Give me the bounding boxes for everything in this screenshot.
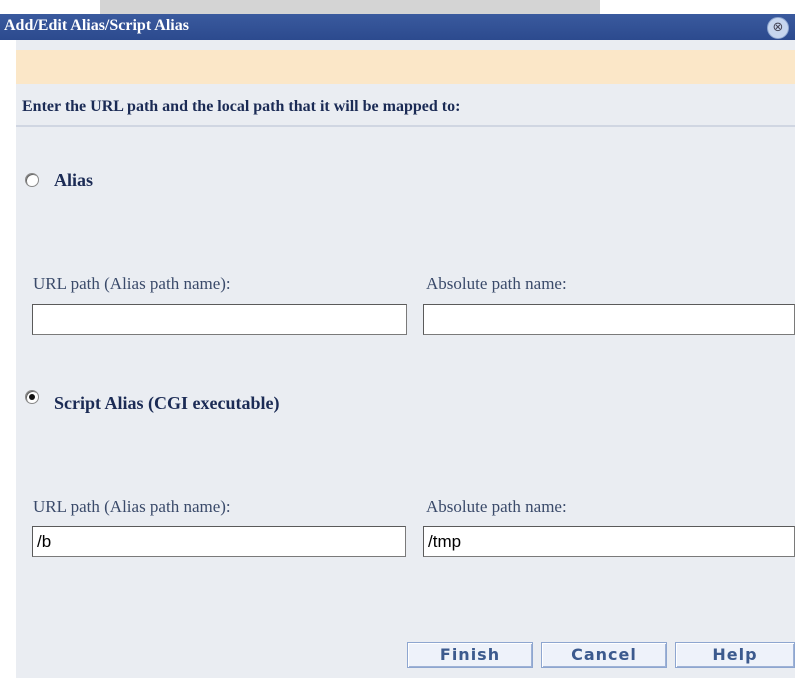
alias-radio-label: Alias	[54, 170, 94, 190]
close-icon[interactable]: ⊗	[767, 17, 789, 39]
alias-url-label: URL path (Alias path name):	[33, 274, 231, 293]
script-alias-radio-label: Script Alias (CGI executable)	[54, 393, 280, 413]
script-url-label: URL path (Alias path name):	[33, 497, 231, 516]
help-button[interactable]: Help	[675, 642, 795, 668]
alias-absolute-input[interactable]	[423, 304, 795, 335]
background-tabs	[100, 0, 600, 15]
alias-url-input[interactable]	[32, 304, 407, 335]
finish-button[interactable]: Finish	[407, 642, 533, 668]
instructions-text: Enter the URL path and the local path th…	[22, 98, 461, 115]
alias-radio[interactable]	[25, 173, 39, 187]
message-bar	[16, 50, 795, 84]
dialog-body: Enter the URL path and the local path th…	[16, 40, 795, 678]
script-absolute-label: Absolute path name:	[426, 497, 567, 516]
title-bar: Add/Edit Alias/Script Alias ⊗	[0, 0, 795, 40]
script-url-input[interactable]	[32, 526, 406, 557]
alias-absolute-label: Absolute path name:	[426, 274, 567, 293]
script-alias-radio[interactable]	[25, 390, 39, 404]
script-absolute-input[interactable]	[423, 526, 795, 557]
window-title: Add/Edit Alias/Script Alias	[4, 17, 189, 34]
cancel-button[interactable]: Cancel	[541, 642, 667, 668]
divider	[16, 125, 795, 127]
